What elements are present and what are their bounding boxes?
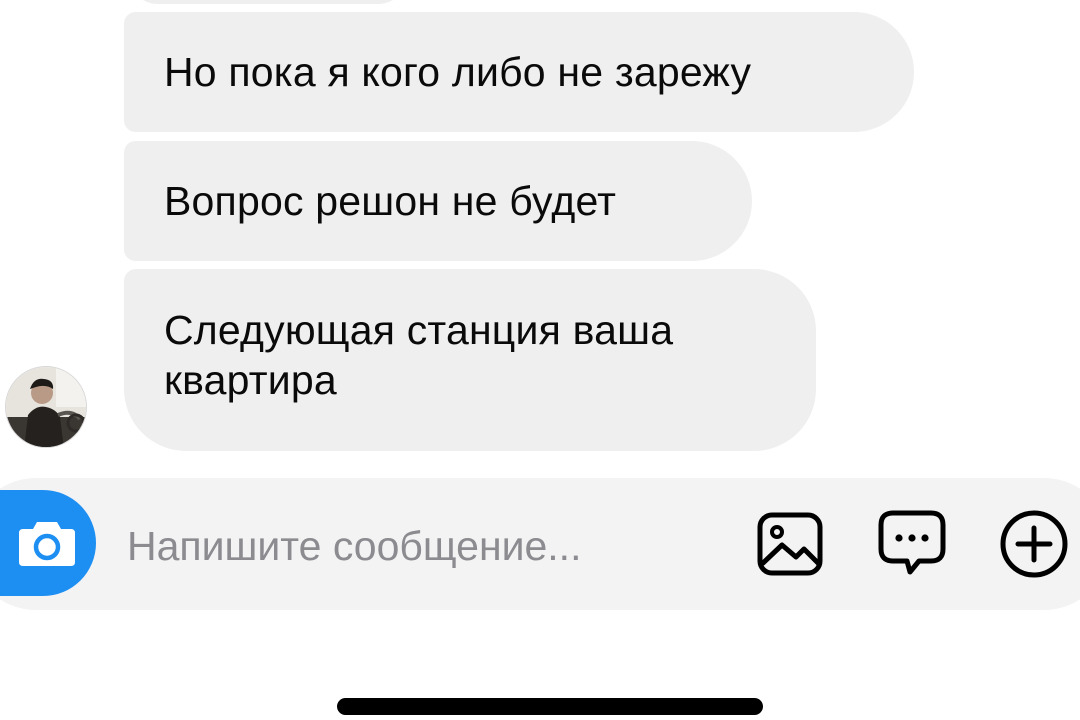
previous-message-bubble [128,0,408,4]
plus-circle-icon [1000,510,1068,578]
gallery-button[interactable] [754,508,826,580]
sticker-button[interactable] [876,508,948,580]
sender-avatar[interactable] [5,366,87,448]
incoming-message-bubble[interactable]: Следующая станция ваша квартира [124,269,816,451]
message-input[interactable] [127,516,727,576]
camera-icon [19,522,75,566]
home-indicator[interactable] [337,698,763,715]
avatar-photo [6,367,86,447]
message-text: Но пока я кого либо не зарежу [164,49,752,95]
chat-screen: Но пока я кого либо не зарежу Вопрос реш… [0,0,1080,720]
more-button[interactable] [998,508,1070,580]
message-text: Следующая станция ваша квартира [164,307,674,403]
chat-bubble-ellipsis-icon [878,510,946,575]
incoming-message-bubble[interactable]: Но пока я кого либо не зарежу [124,12,914,132]
incoming-message-bubble[interactable]: Вопрос решон не будет [124,141,752,261]
image-gallery-icon [757,512,823,576]
message-text: Вопрос решон не будет [164,178,617,224]
